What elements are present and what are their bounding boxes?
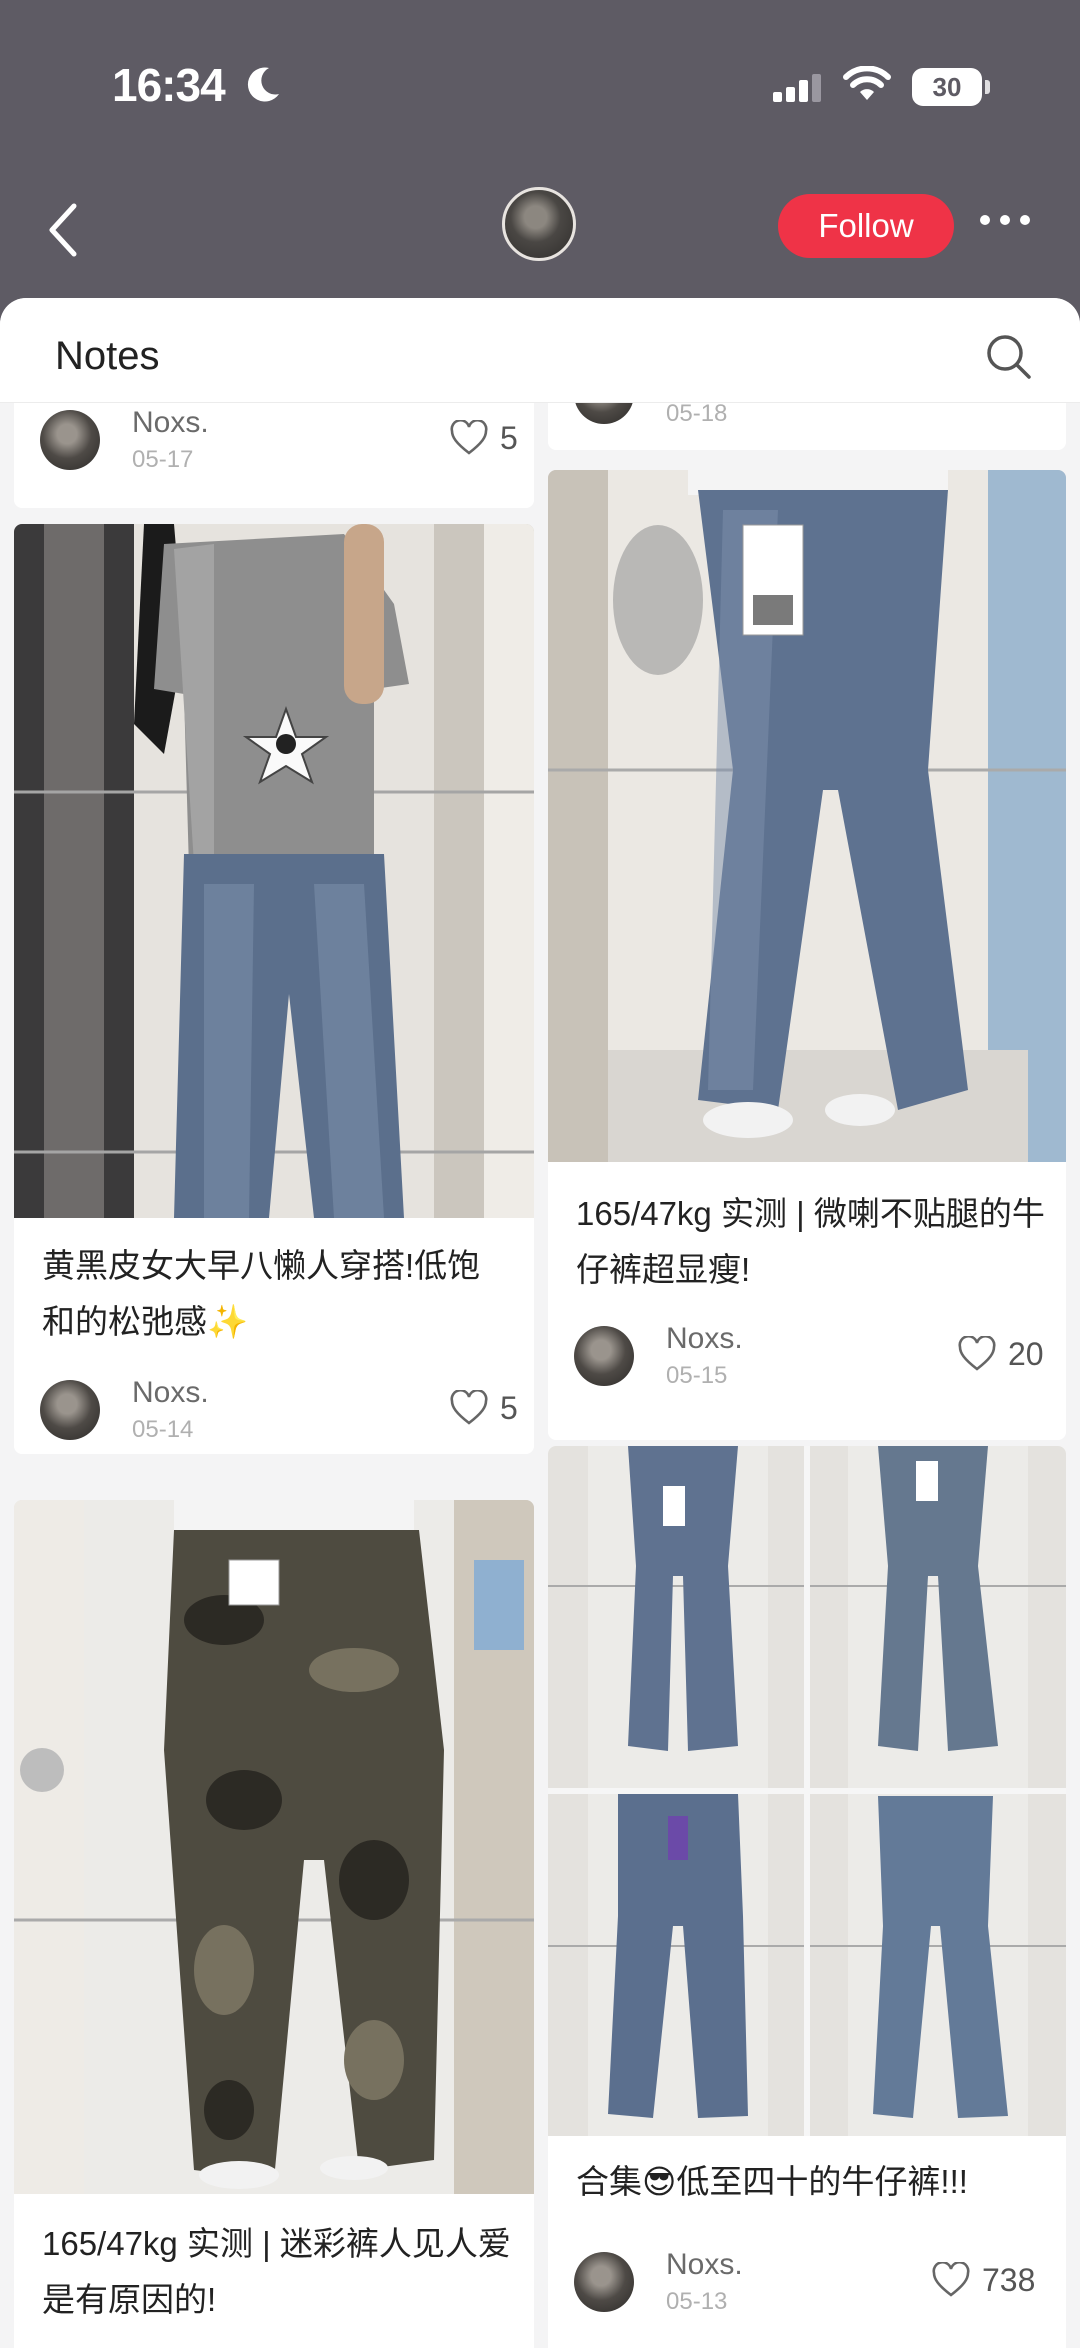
user-name[interactable]: Noxs. — [132, 1376, 209, 1410]
note-meta: Noxs. 05-15 20 — [574, 1322, 1052, 1389]
note-meta: Noxs. 05-14 5 — [40, 1376, 518, 1443]
follow-button[interactable]: Follow — [778, 194, 954, 258]
note-date: 05-14 — [132, 1416, 194, 1443]
note-cover-image[interactable] — [548, 1446, 1066, 2136]
note-title[interactable]: 165/47kg 实测 | 微喇不贴腿的牛仔裤超显瘦! — [576, 1186, 1046, 1298]
heart-icon[interactable] — [932, 2262, 970, 2298]
user-name[interactable]: Noxs. — [666, 1322, 743, 1356]
note-title[interactable]: 165/47kg 实测 | 迷彩裤人见人爱是有原因的! — [42, 2216, 512, 2328]
like-count: 5 — [500, 1390, 518, 1426]
note-date: 05-13 — [666, 2288, 728, 2315]
back-icon[interactable] — [42, 200, 82, 260]
heart-icon[interactable] — [958, 1336, 996, 1372]
note-card[interactable]: Noxs. 05-17 5 — [14, 388, 534, 508]
heart-icon[interactable] — [450, 420, 488, 456]
user-name[interactable]: Noxs. — [666, 2248, 743, 2282]
note-card[interactable]: 黄黑皮女大早八懒人穿搭!低饱和的松弛感✨ Noxs. 05-14 5 — [14, 524, 534, 1454]
note-meta: Noxs. 05-13 738 — [574, 2248, 1052, 2315]
user-name[interactable]: Noxs. — [132, 406, 209, 440]
author-avatar[interactable] — [502, 187, 576, 261]
sheet-header: Notes — [0, 298, 1080, 402]
moon-icon — [247, 67, 279, 102]
note-date: 05-15 — [666, 1362, 728, 1389]
user-avatar[interactable] — [40, 1380, 100, 1440]
note-cover-image[interactable] — [14, 1500, 534, 2194]
notes-sheet: Notes Noxs. 05-17 5 05-18 黄黑皮女大早八懒人穿搭!低饱… — [0, 298, 1080, 2348]
sheet-title: Notes — [55, 334, 160, 378]
note-cover-image[interactable] — [14, 524, 534, 1218]
user-avatar[interactable] — [574, 1326, 634, 1386]
battery-icon: 30 — [912, 68, 982, 106]
like-count: 5 — [500, 420, 518, 456]
note-meta: Noxs. 05-17 5 — [40, 406, 518, 473]
search-icon[interactable] — [986, 334, 1032, 380]
note-title[interactable]: 黄黑皮女大早八懒人穿搭!低饱和的松弛感✨ — [42, 1238, 512, 1350]
wifi-icon — [843, 66, 891, 100]
note-card[interactable]: 合集😎低至四十的牛仔裤!!! Noxs. 05-13 738 — [548, 1446, 1066, 2348]
note-title[interactable]: 合集😎低至四十的牛仔裤!!! — [576, 2154, 1046, 2210]
status-time: 16:34 — [112, 59, 226, 111]
note-date: 05-17 — [132, 446, 194, 473]
battery-tip — [985, 80, 990, 94]
note-card[interactable]: 165/47kg 实测 | 迷彩裤人见人爱是有原因的! — [14, 1500, 534, 2348]
signal-icon — [773, 74, 821, 102]
user-avatar[interactable] — [574, 2252, 634, 2312]
user-avatar[interactable] — [40, 410, 100, 470]
battery-level: 30 — [932, 72, 962, 102]
note-date: 05-18 — [666, 400, 728, 427]
note-card[interactable]: 165/47kg 实测 | 微喇不贴腿的牛仔裤超显瘦! Noxs. 05-15 … — [548, 470, 1066, 1440]
more-icon[interactable] — [978, 215, 1034, 229]
note-cover-image[interactable] — [548, 470, 1066, 1162]
like-count: 738 — [982, 2262, 1036, 2298]
heart-icon[interactable] — [450, 1390, 488, 1426]
like-count: 20 — [1008, 1336, 1044, 1372]
status-bar: 16:34 30 — [0, 0, 1080, 180]
